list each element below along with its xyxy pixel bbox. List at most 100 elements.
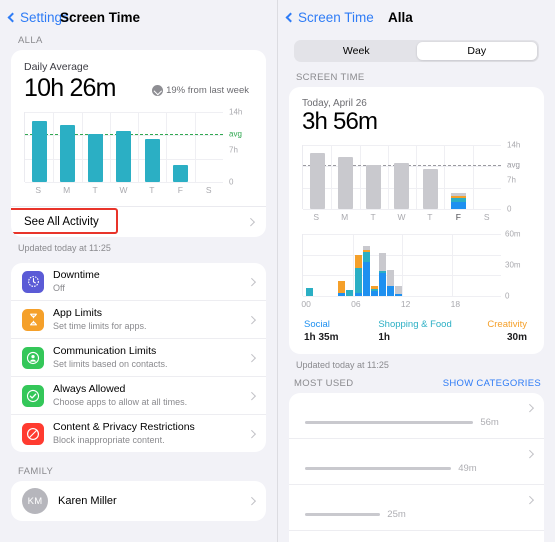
chart-bar	[451, 192, 467, 209]
daily-average-value: 10h 26m	[24, 74, 117, 102]
x-tick-label: M	[63, 185, 71, 195]
y-tick-label: 14h	[229, 107, 243, 117]
chevron-right-icon	[525, 449, 534, 458]
settings-row-title: Downtime	[53, 269, 100, 281]
y-tick-label: 0	[229, 177, 234, 187]
hourly-bar	[378, 252, 386, 296]
category-legend-item[interactable]: Creativity 30m	[453, 318, 529, 344]
x-tick-label: S	[35, 185, 42, 195]
x-tick-label: S	[313, 212, 320, 222]
alla-detail-panel: Screen Time Alla Week Day SCREEN TIME Tod…	[277, 0, 555, 542]
family-section-header: FAMILY	[18, 466, 54, 477]
left-updated-text: Updated today at 11:25	[18, 243, 111, 253]
left-section-header-alla: ALLA	[18, 35, 43, 46]
category-legend-item[interactable]: Social 1h 35m	[304, 318, 378, 344]
segment-day[interactable]: Day	[416, 42, 537, 60]
category-legend-item[interactable]: Shopping & Food 1h	[378, 318, 452, 344]
category-name: Creativity	[487, 319, 527, 330]
hourly-bar	[338, 280, 346, 296]
x-tick-label: M	[341, 212, 349, 222]
usage-time: 49m	[458, 463, 477, 474]
x-tick-label: T	[149, 185, 155, 195]
chart-bar	[173, 164, 189, 182]
chart-bar	[366, 165, 382, 209]
right-navigation-bar: Screen Time Alla	[278, 0, 555, 35]
usage-time: 25m	[387, 509, 406, 520]
hourly-bar	[346, 289, 354, 296]
family-member-name: Karen Miller	[58, 495, 117, 507]
hourly-chart-x-axis: 00 06 12 18	[301, 299, 501, 310]
chart-y-axis: 0 7h 14h avg	[225, 108, 253, 187]
settings-row-subtitle: Block inappropriate content.	[53, 435, 165, 445]
most-used-header-row: MOST USED SHOW CATEGORIES	[278, 378, 555, 393]
settings-row-title: Communication Limits	[53, 345, 157, 357]
settings-row-communication-limits[interactable]: Communication Limits Set limits based on …	[11, 338, 266, 376]
settings-row-downtime[interactable]: Downtime Off	[11, 263, 266, 300]
hourly-bar	[354, 254, 362, 296]
segment-week[interactable]: Week	[296, 42, 417, 60]
most-used-list: 56m 49m 25m	[289, 393, 544, 542]
settings-row-content-privacy-restrictions[interactable]: Content & Privacy Restrictions Block inap…	[11, 414, 266, 452]
hourglass-icon	[22, 308, 44, 331]
hourly-bar	[387, 270, 395, 296]
chevron-right-icon	[247, 315, 256, 324]
avg-tick-label: avg	[229, 129, 242, 139]
back-to-settings-button[interactable]: Settings	[0, 10, 69, 25]
weekly-average-chart: S M T W T F S 0 7h 14h avg	[24, 108, 253, 200]
x-tick-label: W	[397, 212, 406, 222]
stack-segment	[362, 251, 370, 262]
back-to-screen-time-button[interactable]: Screen Time	[278, 10, 374, 25]
chart-bar	[337, 156, 353, 209]
chevron-right-icon	[525, 403, 534, 412]
chart-bar	[309, 152, 325, 209]
most-used-row[interactable]	[289, 530, 544, 542]
family-member-row[interactable]: KM Karen Miller	[11, 481, 266, 521]
x-tick-label: S	[205, 185, 212, 195]
chart-x-axis: SMTWTFS	[24, 185, 223, 195]
usage-bar	[305, 512, 381, 517]
most-used-row[interactable]: 25m	[289, 484, 544, 530]
most-used-row[interactable]: 56m	[289, 393, 544, 438]
show-categories-button[interactable]: SHOW CATEGORIES	[443, 378, 541, 389]
category-time: 1h	[378, 332, 390, 343]
chart-bar	[31, 120, 47, 182]
category-name: Shopping & Food	[378, 319, 452, 330]
hourly-chart-y-axis: 0 30m 60m	[501, 230, 531, 301]
stack-segment	[378, 273, 386, 296]
x-tick-label: W	[119, 185, 128, 195]
x-tick-label: T	[427, 212, 433, 222]
today-total-value: 3h 56m	[302, 108, 378, 135]
hourly-chart-bars	[303, 234, 501, 296]
see-all-activity-button[interactable]: See All Activity	[11, 206, 266, 237]
y-tick-label: 60m	[505, 229, 521, 239]
stack-segment	[338, 280, 346, 293]
arrow-down-circle-icon	[152, 85, 164, 96]
avg-tick-label: avg	[507, 160, 520, 170]
x-tick-label: 18	[450, 299, 461, 309]
chart-bars	[303, 145, 501, 209]
category-legend: Social 1h 35m Shopping & Food 1h Creativity 3…	[302, 314, 531, 352]
settings-row-title: App Limits	[53, 307, 103, 319]
settings-row-always-allowed[interactable]: Always Allowed Choose apps to allow at al…	[11, 376, 266, 414]
downtime-clock-icon	[22, 270, 44, 293]
daily-average-card: Daily Average 10h 26m 19% from last week	[11, 50, 266, 237]
chart-bar	[394, 162, 410, 209]
y-tick-label: 7h	[229, 145, 238, 155]
chart-bars	[25, 112, 223, 182]
most-used-row[interactable]: 49m	[289, 438, 544, 484]
stack-segment	[346, 289, 354, 296]
settings-row-app-limits[interactable]: App Limits Set time limits for apps.	[11, 300, 266, 338]
x-tick-label: S	[483, 212, 490, 222]
no-entry-icon	[22, 422, 44, 445]
right-updated-text: Updated today at 11:25	[296, 360, 389, 370]
checkmark-circle-icon	[22, 384, 44, 407]
screen-time-section-header: SCREEN TIME	[296, 72, 365, 83]
back-button-label: Settings	[20, 10, 69, 25]
chevron-right-icon	[246, 218, 255, 226]
stack-segment	[395, 293, 403, 296]
week-day-segmented-control[interactable]: Week Day	[294, 40, 539, 62]
chevron-left-icon	[7, 12, 18, 23]
daily-average-label: Daily Average	[24, 61, 89, 73]
stack-segment	[387, 285, 395, 296]
most-used-body: 49m	[305, 449, 527, 474]
